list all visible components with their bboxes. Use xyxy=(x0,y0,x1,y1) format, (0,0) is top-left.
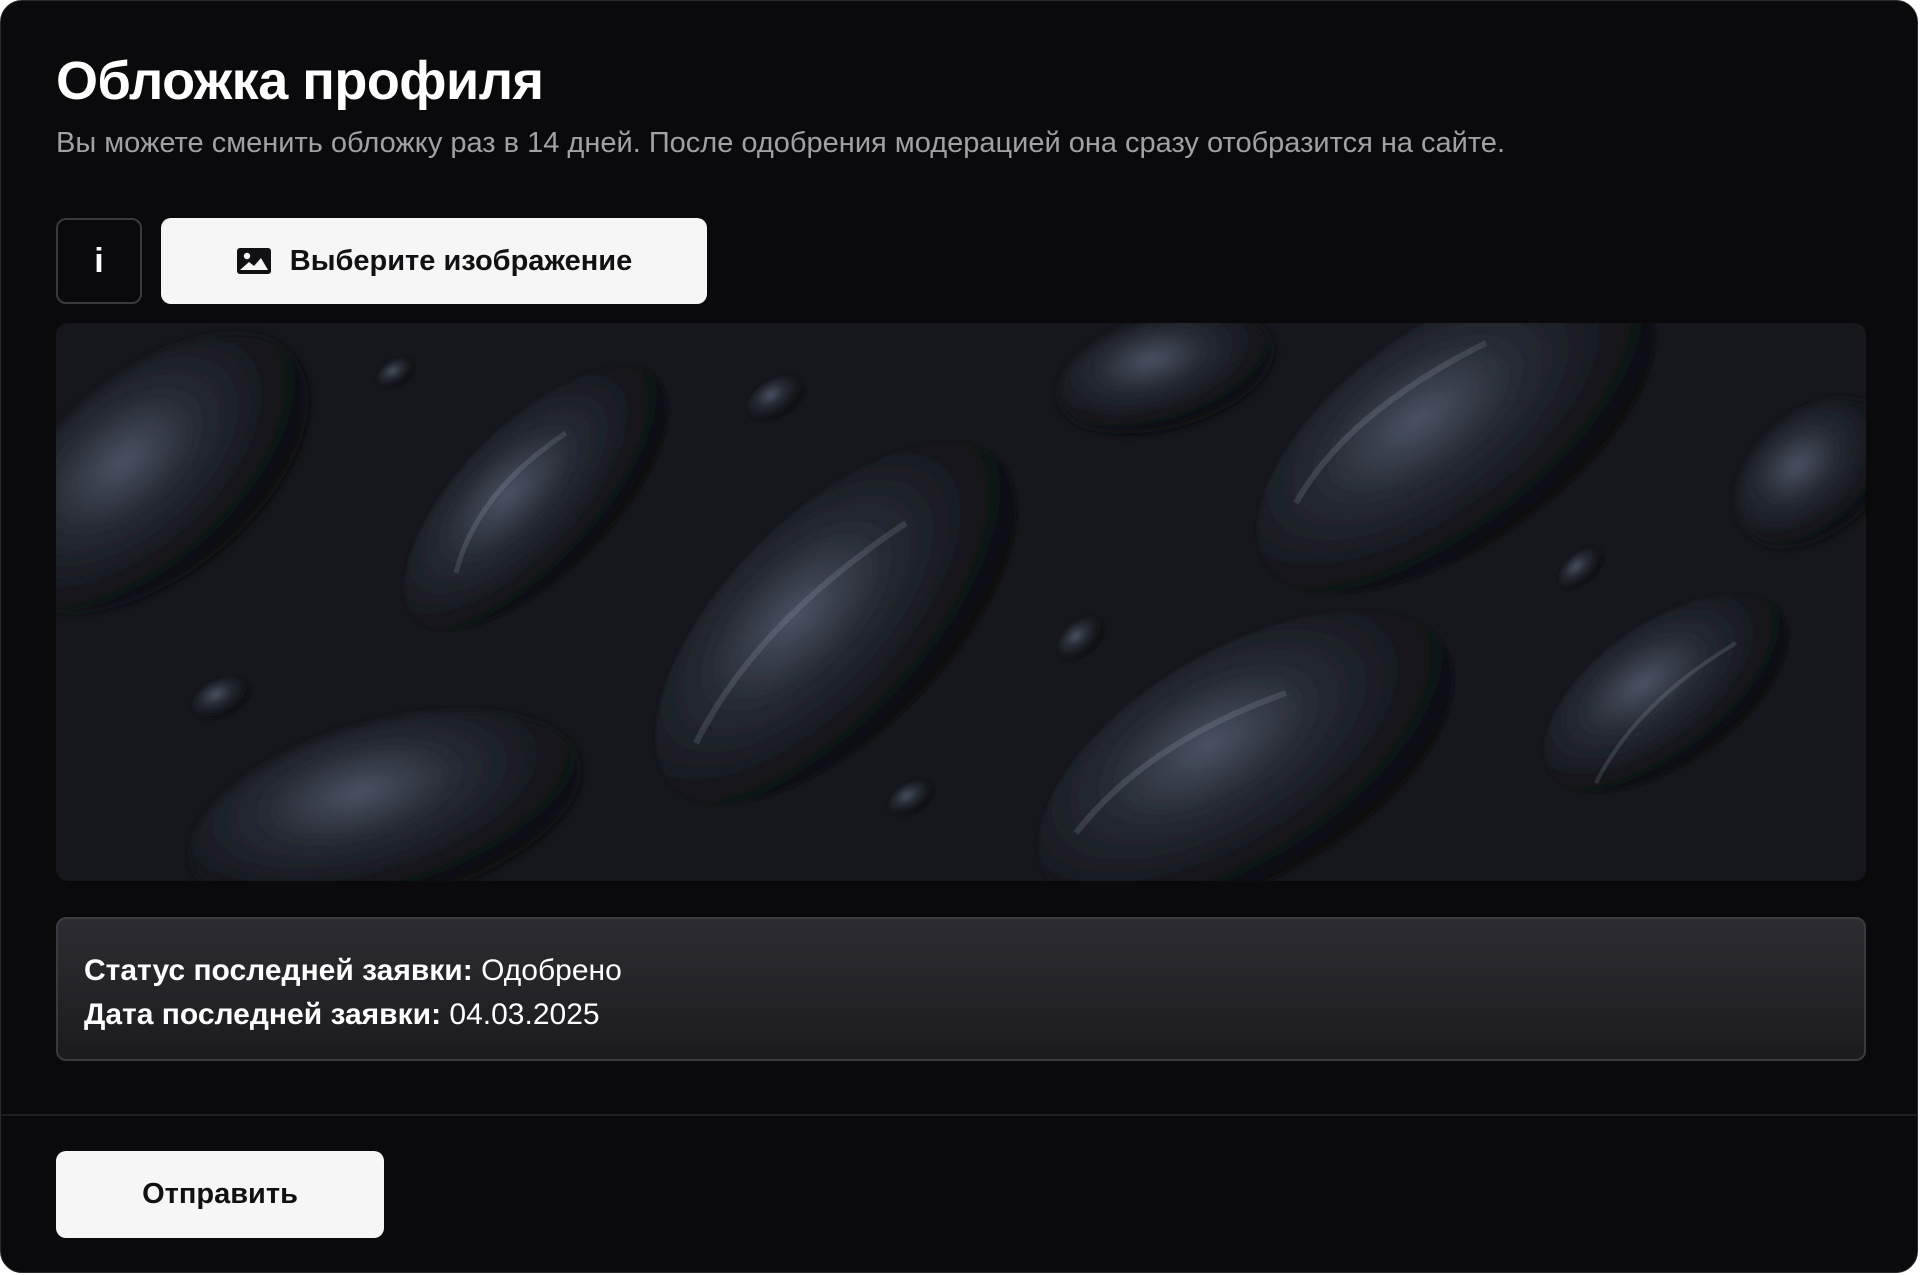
footer-divider xyxy=(1,1114,1917,1116)
info-icon: i xyxy=(94,241,104,280)
submit-button[interactable]: Отправить xyxy=(56,1151,384,1238)
image-icon xyxy=(236,247,272,275)
status-value: Одобрено xyxy=(481,954,622,987)
page-title: Обложка профиля xyxy=(56,51,544,111)
choose-image-label: Выберите изображение xyxy=(289,244,633,277)
status-row: Статус последней заявки: Одобрено xyxy=(84,949,1838,993)
cover-image xyxy=(56,323,1866,881)
cover-settings-panel: Обложка профиля Вы можете сменить обложк… xyxy=(0,0,1918,1273)
page-subtitle: Вы можете сменить обложку раз в 14 дней.… xyxy=(56,127,1505,159)
status-label: Статус последней заявки: xyxy=(84,954,473,987)
date-value: 04.03.2025 xyxy=(449,998,600,1031)
info-button[interactable]: i xyxy=(56,218,142,304)
submit-label: Отправить xyxy=(142,1178,298,1210)
choose-image-button[interactable]: Выберите изображение xyxy=(161,218,707,304)
date-label: Дата последней заявки: xyxy=(84,998,442,1031)
request-status-box: Статус последней заявки: Одобрено Дата п… xyxy=(56,917,1866,1061)
date-row: Дата последней заявки: 04.03.2025 xyxy=(84,993,1838,1037)
